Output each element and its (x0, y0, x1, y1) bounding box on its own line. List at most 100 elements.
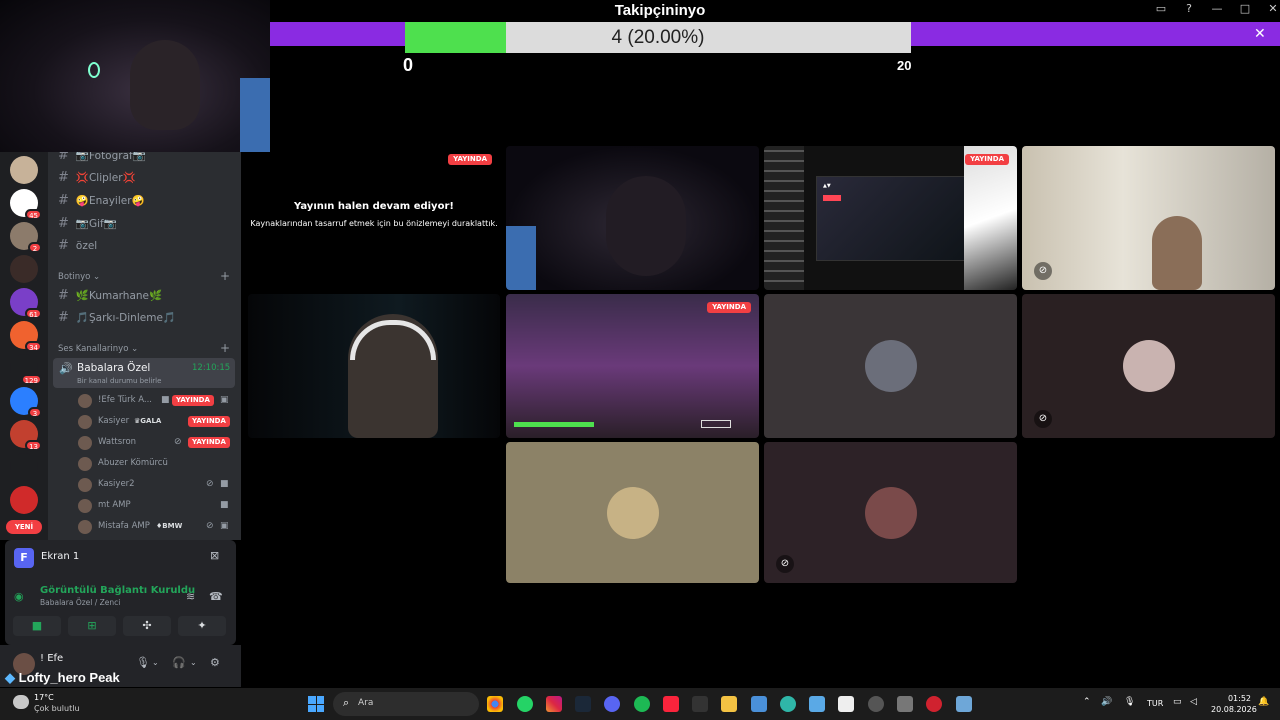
stop-stream-icon[interactable]: ⊠ (210, 549, 219, 562)
channel-ozel[interactable]: # özel (58, 238, 97, 253)
server-icon[interactable] (10, 255, 38, 283)
minimize-icon[interactable]: — (1206, 2, 1228, 15)
muted-mic-icon: ⊘ (206, 479, 214, 489)
channel-label: 📷Gif📷 (75, 218, 117, 230)
guild-tag-label: GALA (140, 417, 162, 425)
video-tile-webcam[interactable] (506, 146, 759, 290)
clock[interactable]: 01:52 20.08.2026 (1211, 693, 1257, 715)
cloud-icon[interactable] (13, 695, 29, 709)
mountain-icon[interactable] (956, 696, 972, 712)
stream-tile-paused[interactable]: YAYINDA Yayının halen devam ediyor! Kayn… (248, 146, 500, 290)
remote-desktop-icon[interactable] (809, 696, 825, 712)
steam-icon[interactable] (575, 696, 591, 712)
server-icon[interactable] (10, 453, 38, 481)
edge-icon[interactable] (780, 696, 796, 712)
channel-label: 🌿Kumarhane🌿 (75, 290, 163, 302)
store-icon[interactable] (838, 696, 854, 712)
add-voice-channel-icon[interactable]: + (220, 341, 230, 355)
microphone-icon[interactable]: 🎙 (1124, 697, 1135, 707)
network-icon[interactable]: ▭ (1173, 697, 1182, 707)
category-botinyo[interactable]: Botinyo ⌄ (58, 272, 100, 282)
noise-suppression-icon[interactable]: ≋ (186, 590, 195, 603)
weather-temp[interactable]: 17°C (34, 693, 54, 702)
camera-button[interactable]: ■ (13, 616, 61, 636)
microphone-icon[interactable]: 🎙 (136, 656, 150, 669)
chevron-down-icon[interactable]: ⌄ (152, 658, 159, 667)
music-icon[interactable] (663, 696, 679, 712)
server-icon[interactable]: 3 (10, 387, 42, 418)
channel-fotograf[interactable]: # 📷Fotoğraf📷 (58, 152, 146, 163)
server-icon[interactable]: 45 (10, 189, 42, 220)
live-badge: YAYINDA (188, 416, 230, 427)
voice-channel-status[interactable]: Bir kanal durumu belirle (77, 377, 161, 385)
channel-kumarhane[interactable]: # 🌿Kumarhane🌿 (58, 288, 162, 303)
stream-tile-game[interactable]: YAYINDA (506, 294, 759, 438)
screen-share-button[interactable]: ⊞ (68, 616, 116, 636)
obs-icon[interactable] (926, 696, 942, 712)
app-icon[interactable] (868, 696, 884, 712)
epic-games-icon[interactable] (692, 696, 708, 712)
video-tile-avatar[interactable] (764, 294, 1017, 438)
speaker-icon[interactable]: ◁ (1190, 697, 1197, 707)
voice-user[interactable]: Kasiyer ♛GALA YAYINDA (78, 413, 238, 431)
video-tile-avatar[interactable]: ⊘ (764, 442, 1017, 583)
discord-icon[interactable] (604, 696, 620, 712)
channel-clipler[interactable]: # 💢Clipler💢 (58, 170, 136, 185)
folder-icon[interactable] (721, 696, 737, 712)
spotify-icon[interactable] (634, 696, 650, 712)
notification-bell-icon[interactable]: 🔔 (1258, 697, 1269, 707)
server-icon[interactable]: 13 (10, 420, 42, 451)
server-icon[interactable] (10, 486, 38, 514)
channel-gif[interactable]: # 📷Gif📷 (58, 216, 117, 231)
channel-enayiler[interactable]: # 🤪Enayiler🤪 (58, 193, 145, 208)
webcam-person (130, 40, 200, 130)
connection-status[interactable]: Görüntülü Bağlantı Kuruldu (40, 585, 195, 596)
voice-user[interactable]: !Efe Türk A... ■ YAYINDA ▣ (78, 392, 238, 410)
headphones-icon[interactable]: 🎧 (172, 656, 186, 669)
inbox-icon[interactable]: ▭ (1150, 2, 1172, 15)
settings-icon[interactable] (897, 696, 913, 712)
soundboard-button[interactable]: ✦ (178, 616, 226, 636)
server-icon[interactable]: 2 (10, 222, 42, 253)
video-tile-room[interactable]: ⊘ (1022, 146, 1275, 290)
user-name[interactable]: ! Efe (40, 653, 63, 664)
chevron-down-icon[interactable]: ⌄ (190, 658, 197, 667)
video-tile-avatar[interactable]: ⊘ (1022, 294, 1275, 438)
channel-sarki-dinleme[interactable]: # 🎵Şarkı-Dinleme🎵 (58, 310, 176, 325)
chevron-up-icon[interactable]: ⌃ (1083, 697, 1091, 707)
video-tile-headset[interactable] (248, 294, 500, 438)
taskbar-search[interactable]: ⌕ Ara (333, 692, 479, 716)
whatsapp-icon[interactable] (517, 696, 533, 712)
server-icon[interactable]: 61 (10, 288, 42, 319)
windows-start-icon[interactable] (308, 696, 324, 712)
voice-user[interactable]: Abuzer Kömürcü (78, 455, 238, 473)
voice-user[interactable]: mt AMP ■ (78, 497, 238, 515)
weather-desc[interactable]: Çok bulutlu (34, 704, 80, 713)
stream-tile-valorant[interactable]: YAYINDA ▲▼ (764, 146, 1017, 290)
server-icon[interactable]: 34 (10, 321, 42, 352)
server-icon[interactable]: 129 (10, 354, 42, 385)
close-icon[interactable]: ✕ (1254, 26, 1266, 42)
help-icon[interactable]: ? (1178, 2, 1200, 15)
live-badge: YAYINDA (188, 437, 230, 448)
voice-user[interactable]: Wattsron ⊘ YAYINDA (78, 434, 238, 452)
window-close-icon[interactable]: ✕ (1262, 2, 1280, 15)
activities-button[interactable]: ✣ (123, 616, 171, 636)
voice-channel-babalara-ozel[interactable]: 🔊 Babalara Özel 12:10:15 Bir kanal durum… (53, 358, 235, 388)
earring-light (88, 62, 100, 78)
instagram-icon[interactable] (546, 696, 562, 712)
voice-panel: F Ekran 1 ⊠ ◉ Görüntülü Bağlantı Kuruldu… (5, 540, 236, 645)
volume-icon[interactable]: 🔊 (1101, 697, 1112, 707)
add-channel-icon[interactable]: + (220, 269, 230, 283)
voice-user[interactable]: Mistafa AMP ♦BMW ⊘ ▣ (78, 518, 238, 536)
chrome-icon[interactable] (487, 696, 503, 712)
server-icon[interactable] (10, 156, 38, 184)
language-indicator[interactable]: TUR (1147, 699, 1163, 708)
video-tile-avatar[interactable] (506, 442, 759, 583)
category-ses-kanallarinyo[interactable]: Ses Kanallarinyo ⌄ (58, 344, 138, 354)
disconnect-icon[interactable]: ☎ (209, 590, 223, 603)
maximize-icon[interactable]: □ (1234, 2, 1256, 15)
window-icon[interactable] (751, 696, 767, 712)
gear-icon[interactable]: ⚙ (210, 656, 220, 669)
voice-user[interactable]: Kasiyer2 ⊘ ■ (78, 476, 238, 494)
